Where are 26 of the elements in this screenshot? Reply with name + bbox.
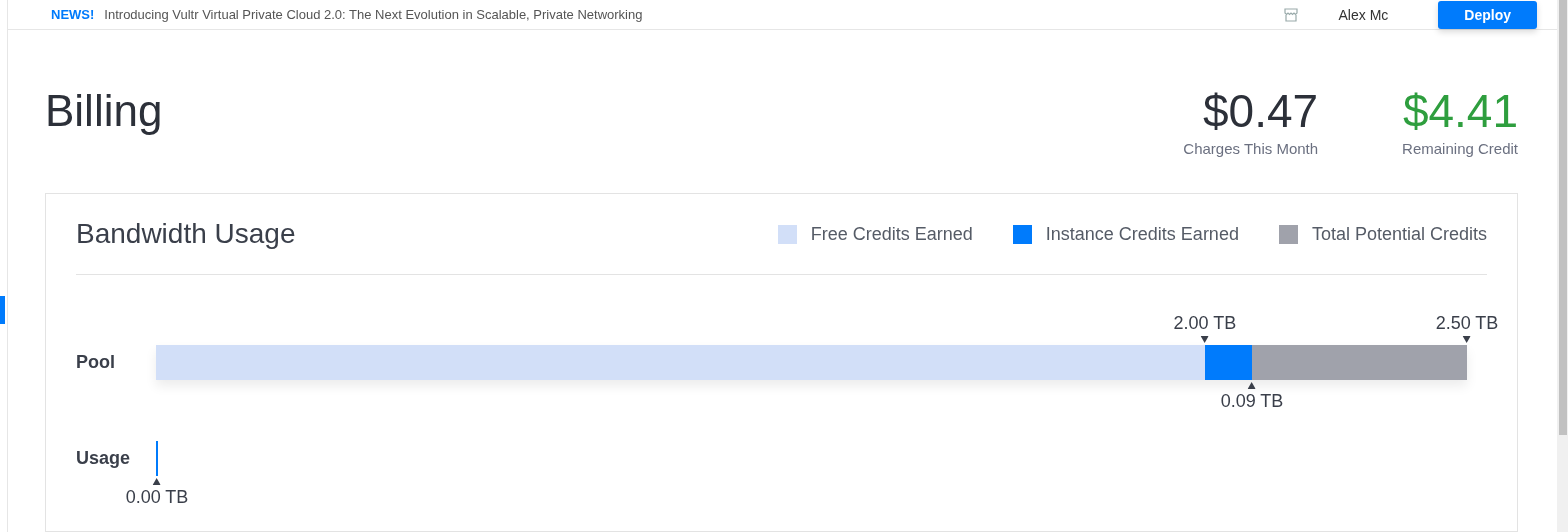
user-name[interactable]: Alex Mc [1338, 6, 1389, 23]
sidebar-indicator [0, 296, 5, 324]
marker-label: 2.50 TB [1435, 313, 1499, 334]
marker-up-icon [1248, 382, 1256, 389]
marker-down-icon [1200, 336, 1209, 343]
scrollbar-thumb[interactable] [1559, 0, 1567, 435]
row-label: Usage [76, 448, 132, 469]
marker-up-icon [153, 478, 161, 485]
page-title: Billing [45, 86, 164, 136]
stat-label: Remaining Credit [1402, 140, 1518, 157]
marker-label: 2.00 TB [1173, 313, 1237, 334]
stat-label: Charges This Month [1183, 140, 1319, 157]
legend-label: Instance Credits Earned [1045, 223, 1239, 245]
marker-down-icon [1463, 336, 1471, 343]
deploy-button[interactable]: Deploy [1438, 0, 1537, 29]
news-tag: NEWS! [51, 7, 95, 22]
legend-label: Total Potential Credits [1311, 223, 1487, 245]
credit-amount: $4.41 [1402, 86, 1518, 136]
charges-amount: $0.47 [1203, 86, 1319, 136]
row-label: Pool [76, 352, 116, 373]
marker-label: 0.09 TB [1220, 391, 1284, 412]
legend-label: Free Credits Earned [810, 223, 973, 245]
storefront-icon[interactable] [1282, 6, 1299, 23]
card-title: Bandwidth Usage [76, 218, 297, 250]
marker-label: 0.00 TB [125, 487, 189, 508]
news-link[interactable]: Introducing Vultr Virtual Private Cloud 2.0: The Next Evolution in Scalable, Private Networking [104, 7, 1273, 22]
